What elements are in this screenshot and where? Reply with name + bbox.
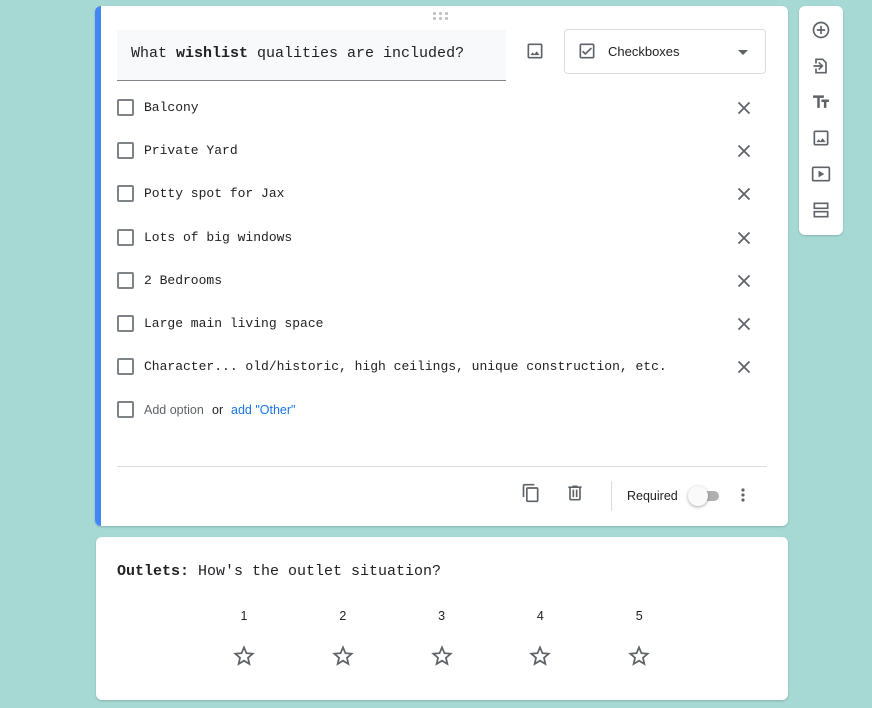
star-icon[interactable] [231, 643, 257, 669]
rating-option[interactable]: 2 [323, 609, 363, 673]
checkbox-type-icon [577, 41, 597, 66]
option-checkbox[interactable] [117, 271, 134, 289]
rating-option[interactable]: 4 [520, 609, 560, 673]
rating-number: 1 [240, 609, 248, 623]
add-image-icon[interactable] [522, 38, 548, 64]
add-section-icon[interactable] [808, 197, 834, 223]
add-question-icon[interactable] [808, 17, 834, 43]
footer-divider [117, 466, 767, 467]
option-row: Potty spot for Jax [117, 182, 767, 206]
duplicate-icon[interactable] [520, 482, 542, 504]
star-icon[interactable] [429, 643, 455, 669]
star-icon[interactable] [626, 643, 652, 669]
option-row: Character... old/historic, high ceilings… [117, 355, 767, 379]
question-type-label: Checkboxes [608, 44, 680, 59]
option-label[interactable]: Potty spot for Jax [144, 186, 284, 201]
option-checkbox[interactable] [117, 99, 134, 116]
footer-vertical-divider [611, 481, 612, 511]
option-checkbox [117, 401, 134, 418]
side-toolbar [799, 6, 843, 235]
rating-option[interactable]: 5 [619, 609, 659, 673]
question-card[interactable]: What wishlist qualities are included? Ch… [95, 6, 788, 526]
add-title-icon[interactable] [808, 89, 834, 115]
option-checkbox[interactable] [117, 315, 134, 332]
import-questions-icon[interactable] [808, 53, 834, 79]
delete-icon[interactable] [564, 482, 586, 504]
star-icon[interactable] [330, 643, 356, 669]
add-option-row: Add option or add "Other" [117, 398, 767, 422]
option-label[interactable]: Large main living space [144, 316, 323, 331]
option-label[interactable]: Character... old/historic, high ceilings… [144, 359, 667, 374]
add-video-icon[interactable] [808, 161, 834, 187]
star-icon[interactable] [527, 643, 553, 669]
question-type-dropdown[interactable]: Checkboxes [564, 29, 766, 74]
remove-option-icon[interactable] [733, 227, 755, 249]
rating-number: 5 [635, 609, 643, 623]
option-row: Lots of big windows [117, 226, 767, 250]
rating-number: 4 [536, 609, 544, 623]
option-label[interactable]: Lots of big windows [144, 230, 292, 245]
option-label[interactable]: Balcony [144, 100, 199, 115]
drag-handle-icon[interactable] [433, 12, 451, 22]
add-image-icon[interactable] [808, 125, 834, 151]
option-checkbox[interactable] [117, 142, 134, 160]
option-label[interactable]: Private Yard [144, 143, 238, 158]
remove-option-icon[interactable] [733, 313, 755, 335]
rating-question-card[interactable]: Outlets: How's the outlet situation? 1 2 3… [96, 537, 788, 700]
question-title: What wishlist qualities are included? [131, 45, 465, 62]
more-options-icon[interactable] [733, 484, 753, 506]
option-label[interactable]: 2 Bedrooms [144, 273, 222, 288]
question-title-field[interactable]: What wishlist qualities are included? [117, 30, 506, 81]
add-option-button[interactable]: Add option [144, 403, 204, 417]
remove-option-icon[interactable] [733, 356, 755, 378]
remove-option-icon[interactable] [733, 270, 755, 292]
rating-number: 3 [438, 609, 446, 623]
option-checkbox[interactable] [117, 185, 134, 203]
option-row: Large main living space [117, 312, 767, 336]
rating-number: 2 [339, 609, 347, 623]
add-other-link[interactable]: add "Other" [231, 403, 295, 417]
option-checkbox[interactable] [117, 228, 134, 246]
rating-question-title: Outlets: How's the outlet situation? [117, 563, 442, 580]
remove-option-icon[interactable] [733, 183, 755, 205]
required-label: Required [627, 489, 678, 503]
active-question-indicator [95, 6, 101, 526]
remove-option-icon[interactable] [733, 140, 755, 162]
rating-option[interactable]: 3 [422, 609, 462, 673]
or-label: or [212, 403, 224, 417]
chevron-down-icon [738, 50, 748, 55]
option-row: Balcony [117, 96, 767, 120]
option-row: 2 Bedrooms [117, 269, 767, 293]
required-toggle[interactable] [688, 486, 722, 506]
toggle-knob [688, 486, 708, 506]
option-row: Private Yard [117, 139, 767, 163]
option-checkbox[interactable] [117, 358, 134, 376]
rating-option[interactable]: 1 [224, 609, 264, 673]
remove-option-icon[interactable] [733, 97, 755, 119]
